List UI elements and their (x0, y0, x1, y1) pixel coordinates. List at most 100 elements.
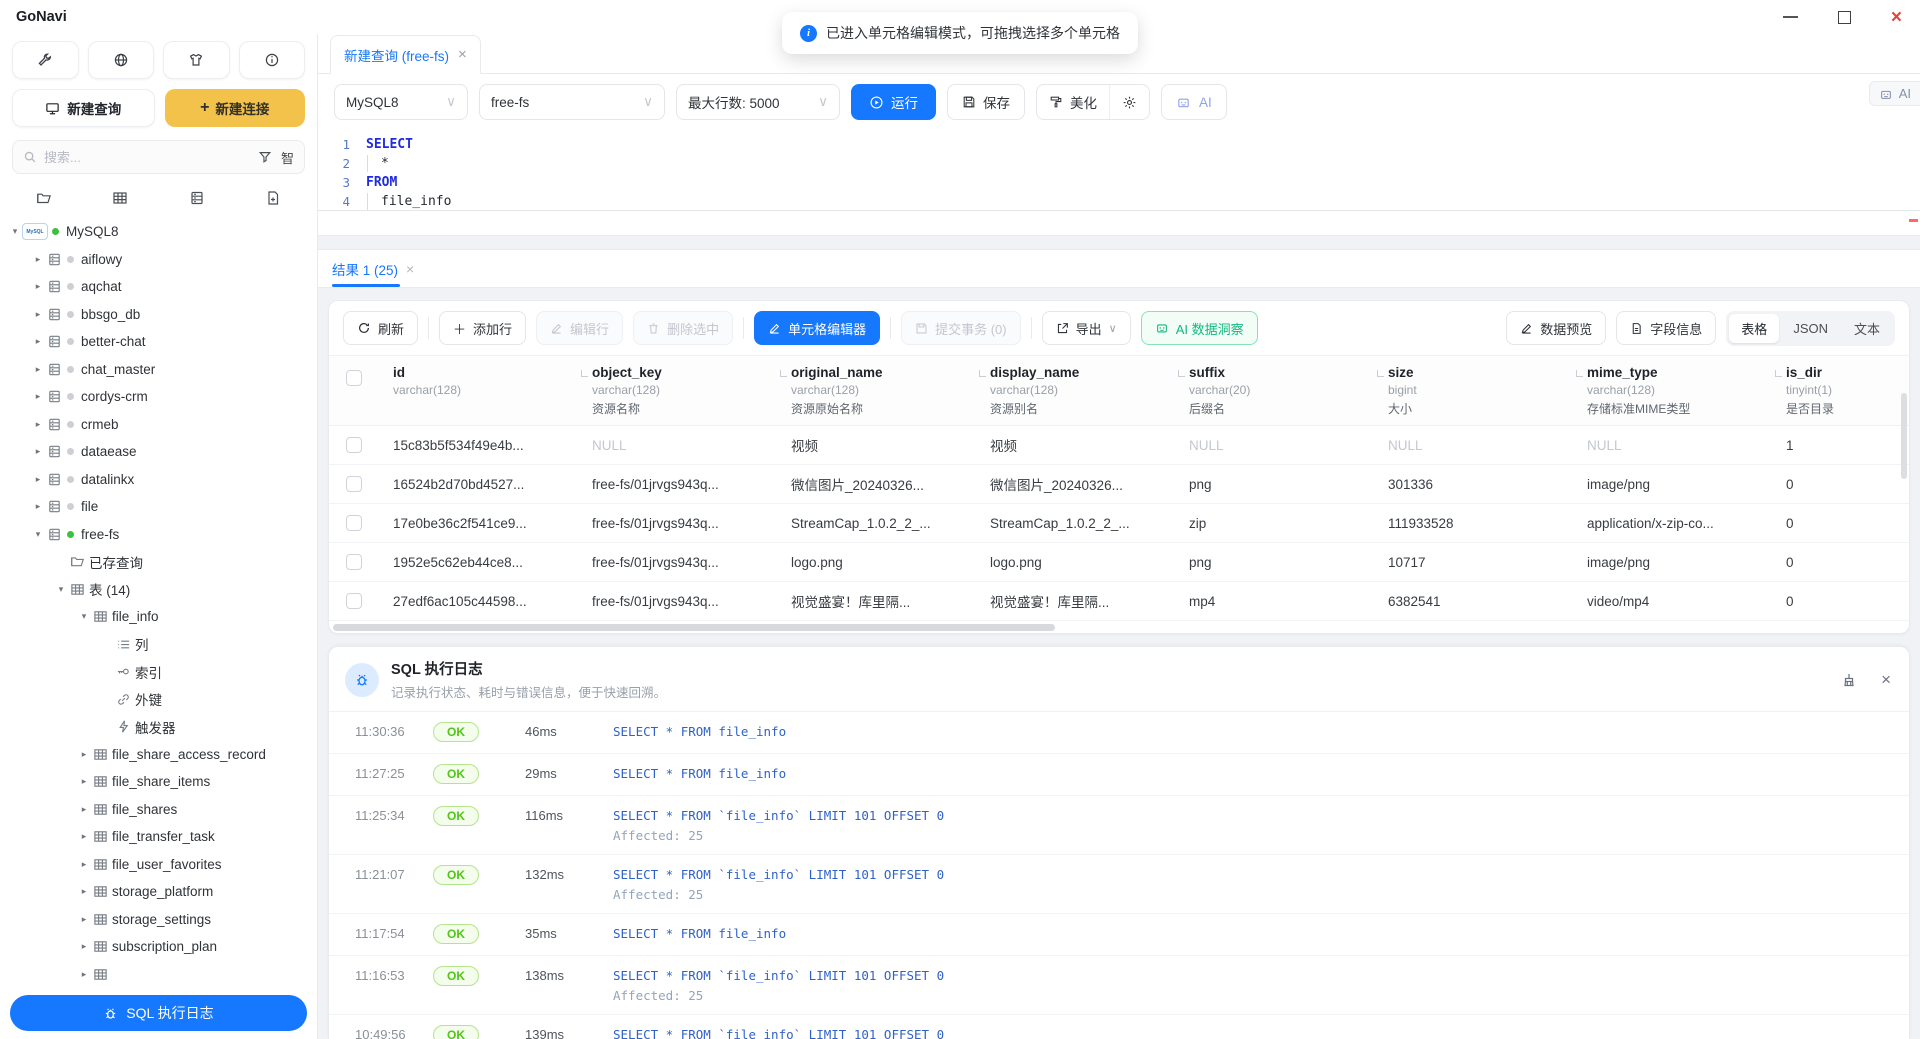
connection-select[interactable]: MySQL8 ∨ (334, 84, 468, 120)
caret-closed-icon[interactable]: ▸ (31, 446, 45, 457)
table-cell[interactable]: 0 (1772, 516, 1909, 531)
table-cell[interactable]: 0 (1772, 477, 1909, 492)
row-checkbox[interactable] (346, 593, 362, 609)
cell-editor-button[interactable]: 单元格编辑器 (754, 311, 881, 345)
table-cell[interactable]: 1952e5c62eb44ce8... (379, 555, 578, 570)
caret-closed-icon[interactable]: ▸ (31, 281, 45, 292)
caret-closed-icon[interactable]: ▸ (31, 501, 45, 512)
sql-log-button[interactable]: SQL 执行日志 (10, 995, 307, 1031)
caret-open-icon[interactable]: ▾ (54, 584, 68, 595)
column-header-original_name[interactable]: original_name varchar(128) 资源原始名称 (777, 356, 976, 425)
tree-item-datalinkx[interactable]: ▸ datalinkx (0, 466, 317, 494)
code-line-4[interactable]: 4 file_info (318, 192, 1920, 211)
smart-filter-toggle[interactable]: 智 (281, 148, 294, 167)
results-tab[interactable]: 结果 1 (25) × (332, 250, 414, 287)
beautify-button[interactable]: 美化 (1037, 85, 1109, 119)
table-cell[interactable]: free-fs/01jrvgs943q... (578, 516, 777, 531)
tree-item-mysql8[interactable]: ▾ MySQL MySQL8 (0, 218, 317, 246)
close-log-icon[interactable]: × (1881, 671, 1891, 688)
table-cell[interactable]: 17e0be36c2f541ce9... (379, 516, 578, 531)
log-entry[interactable]: 11:27:25 OK 29ms SELECT * FROM file_info (329, 754, 1909, 796)
column-header-size[interactable]: size bigint 大小 (1374, 356, 1573, 425)
table-cell[interactable]: NULL (1573, 438, 1772, 453)
table-cell[interactable]: 视觉盛宴！库里隔... (976, 591, 1175, 611)
tree-item-file_user_favorites[interactable]: ▸ file_user_favorites (0, 851, 317, 879)
row-checkbox[interactable] (346, 554, 362, 570)
about-button[interactable] (238, 41, 305, 79)
caret-closed-icon[interactable]: ▸ (31, 474, 45, 485)
sql-editor[interactable]: 1 SELECT 2 * 3 FROM 4 file_info (318, 130, 1920, 236)
new-connection-button[interactable]: + 新建连接 (164, 89, 305, 127)
table-cell[interactable]: 视频 (777, 435, 976, 455)
tree-item-[interactable]: 已存查询 (0, 548, 317, 576)
splitter[interactable] (318, 236, 1920, 250)
new-query-button[interactable]: 新建查询 (12, 89, 155, 127)
column-header-mime_type[interactable]: mime_type varchar(128) 存储标准MIME类型 (1573, 356, 1772, 425)
tree-item-cordys-crm[interactable]: ▸ cordys-crm (0, 383, 317, 411)
table-cell[interactable]: NULL (1175, 438, 1374, 453)
editor-tab[interactable]: 新建查询 (free-fs) × (330, 35, 481, 74)
table-cell[interactable]: free-fs/01jrvgs943q... (578, 555, 777, 570)
tab-new-file-icon[interactable] (265, 190, 281, 206)
table-cell[interactable]: image/png (1573, 555, 1772, 570)
view-table[interactable]: 表格 (1729, 313, 1780, 343)
table-row[interactable]: 15c83b5f534f49e4b... NULL 视频 视频 NULL NULL NULL… (329, 426, 1909, 465)
log-entry[interactable]: 11:16:53 OK 138ms SELECT * FROM `file_info`… (329, 956, 1909, 1015)
vertical-scrollbar-thumb[interactable] (1901, 393, 1907, 479)
table-row[interactable]: 27edf6ac105c44598... free-fs/01jrvgs943q.… (329, 582, 1909, 621)
tree-item-storage_platform[interactable]: ▸ storage_platform (0, 878, 317, 906)
caret-closed-icon[interactable]: ▸ (77, 804, 91, 815)
tree-item-[interactable]: 列 (0, 631, 317, 659)
caret-closed-icon[interactable]: ▸ (31, 391, 45, 402)
run-button[interactable]: 运行 (851, 84, 936, 120)
view-json[interactable]: JSON (1781, 316, 1840, 341)
close-button[interactable]: × (1891, 8, 1902, 27)
table-row[interactable]: 17e0be36c2f541ce9... free-fs/01jrvgs943q.… (329, 504, 1909, 543)
max-rows-select[interactable]: 最大行数: 5000 ∨ (676, 84, 840, 120)
tab-databases-icon[interactable] (189, 190, 205, 206)
tree-item-chat_master[interactable]: ▸ chat_master (0, 356, 317, 384)
caret-closed-icon[interactable]: ▸ (31, 364, 45, 375)
code-line-1[interactable]: 1 SELECT (318, 135, 1920, 154)
caret-open-icon[interactable]: ▾ (8, 226, 22, 237)
clear-log-icon[interactable] (1841, 672, 1857, 688)
column-header-suffix[interactable]: suffix varchar(20) 后缀名 (1175, 356, 1374, 425)
tools-button[interactable] (12, 41, 79, 79)
row-checkbox[interactable] (346, 515, 362, 531)
table-cell[interactable]: free-fs/01jrvgs943q... (578, 594, 777, 609)
table-cell[interactable]: StreamCap_1.0.2_2_... (777, 516, 976, 531)
theme-button[interactable] (163, 41, 230, 79)
column-header-is_dir[interactable]: is_dir tinyint(1) 是否目录 (1772, 356, 1909, 425)
caret-closed-icon[interactable]: ▸ (77, 914, 91, 925)
field-info-button[interactable]: 字段信息 (1616, 311, 1717, 345)
log-entry[interactable]: 10:49:56 OK 139ms SELECT * FROM `file_info`… (329, 1015, 1909, 1039)
column-header-display_name[interactable]: display_name varchar(128) 资源别名 (976, 356, 1175, 425)
tab-close-icon[interactable]: × (406, 262, 414, 276)
tree-item-file_transfer_task[interactable]: ▸ file_transfer_task (0, 823, 317, 851)
caret-closed-icon[interactable]: ▸ (31, 336, 45, 347)
row-checkbox[interactable] (346, 437, 362, 453)
tab-saved-queries-icon[interactable] (36, 190, 52, 206)
table-cell[interactable]: application/x-zip-co... (1573, 516, 1772, 531)
tree-item-dataease[interactable]: ▸ dataease (0, 438, 317, 466)
table-cell[interactable]: 1 (1772, 438, 1909, 453)
caret-closed-icon[interactable]: ▸ (31, 419, 45, 430)
table-cell[interactable]: StreamCap_1.0.2_2_... (976, 516, 1175, 531)
log-entry[interactable]: 11:25:34 OK 116ms SELECT * FROM `file_info`… (329, 796, 1909, 855)
row-checkbox[interactable] (346, 476, 362, 492)
tree-item-crmeb[interactable]: ▸ crmeb (0, 411, 317, 439)
caret-closed-icon[interactable]: ▸ (77, 776, 91, 787)
table-cell[interactable]: 111933528 (1374, 516, 1573, 531)
table-cell[interactable]: 10717 (1374, 555, 1573, 570)
caret-open-icon[interactable]: ▾ (31, 529, 45, 540)
tab-tables-icon[interactable] (112, 190, 128, 206)
table-cell[interactable]: 微信图片_20240326... (976, 474, 1175, 494)
table-row[interactable]: 16524b2d70bd4527... free-fs/01jrvgs943q..… (329, 465, 1909, 504)
tree-item-[interactable]: 索引 (0, 658, 317, 686)
caret-closed-icon[interactable]: ▸ (77, 831, 91, 842)
table-cell[interactable]: mp4 (1175, 594, 1374, 609)
code-line-3[interactable]: 3 FROM (318, 173, 1920, 192)
tree-item-file_shares[interactable]: ▸ file_shares (0, 796, 317, 824)
table-row[interactable]: 1952e5c62eb44ce8... free-fs/01jrvgs943q..… (329, 543, 1909, 582)
tab-close-icon[interactable]: × (458, 47, 467, 62)
